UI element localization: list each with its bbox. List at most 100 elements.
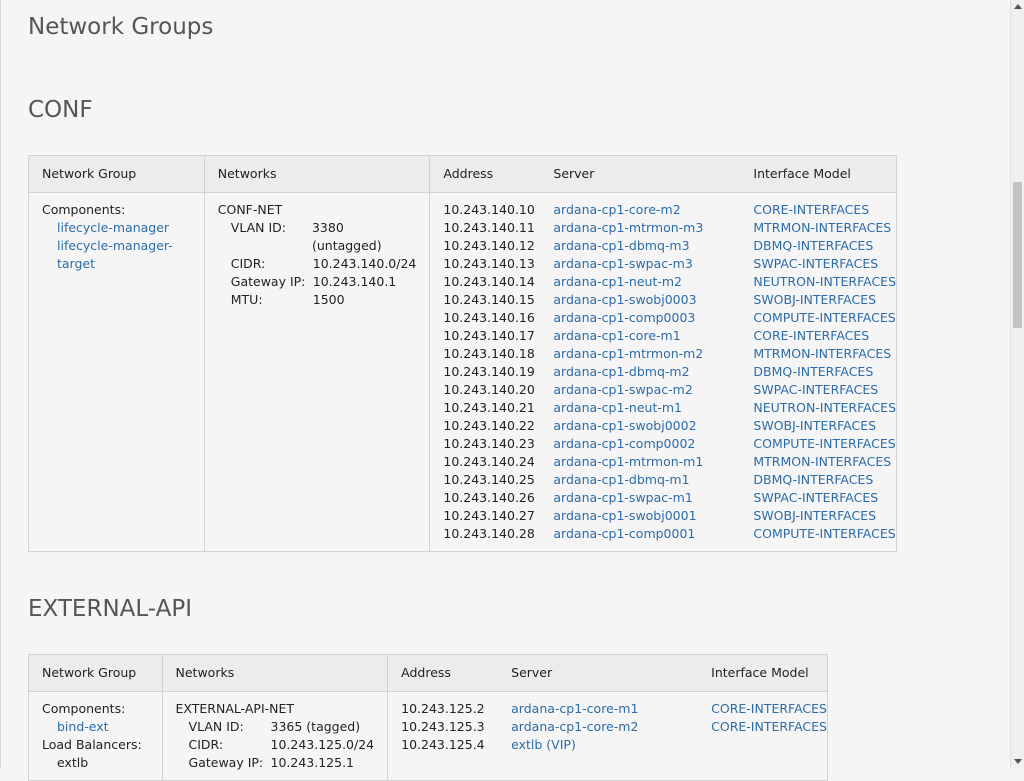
vlan-value: 3380 (untagged) (311, 220, 382, 253)
table-row: Components: lifecycle-manager lifecycle-… (28, 192, 897, 552)
server-link[interactable]: ardana-cp1-dbmq-m1 (553, 471, 753, 489)
server-link[interactable]: ardana-cp1-swobj0001 (553, 507, 753, 525)
interface-model-link[interactable]: SWPAC-INTERFACES (753, 489, 878, 507)
table-row: 10.243.140.22 ardana-cp1-swobj0002 SWOBJ-I… (443, 417, 896, 435)
interface-model-link[interactable]: MTRMON-INTERFACES (753, 219, 891, 237)
interface-model-link[interactable]: SWPAC-INTERFACES (753, 381, 878, 399)
interface-model-link[interactable]: DBMQ-INTERFACES (753, 363, 873, 381)
server-link[interactable]: extlb (VIP) (511, 736, 711, 754)
server-link[interactable]: ardana-cp1-neut-m2 (553, 273, 753, 291)
address-value: 10.243.140.24 (443, 454, 535, 469)
table-row: 10.243.140.24 ardana-cp1-mtrmon-m1 MTRMON-… (443, 453, 896, 471)
vertical-scrollbar[interactable] (1010, 0, 1024, 768)
interface-model-link[interactable]: MTRMON-INTERFACES (753, 453, 891, 471)
table-row: 10.243.140.15 ardana-cp1-swobj0003 SWOBJ-I… (443, 291, 896, 309)
server-link[interactable]: ardana-cp1-dbmq-m3 (553, 237, 753, 255)
interface-model-link[interactable]: SWOBJ-INTERFACES (753, 507, 876, 525)
table-row: 10.243.140.16 ardana-cp1-comp0003 COMPUTE-… (443, 309, 896, 327)
table-row: 10.243.140.19 ardana-cp1-dbmq-m2 DBMQ-INTE… (443, 363, 896, 381)
gateway-value: 10.243.140.1 (312, 274, 397, 289)
component-link-lifecycle-manager-target[interactable]: lifecycle-manager-target (57, 238, 173, 271)
mtu-value: 1500 (312, 292, 345, 307)
address-value: 10.243.140.14 (443, 274, 535, 289)
server-link[interactable]: ardana-cp1-mtrmon-m2 (553, 345, 753, 363)
table-row: 10.243.125.4 extlb (VIP) (401, 736, 827, 754)
cidr-label: CIDR: (188, 737, 224, 752)
section-title-conf: CONF (28, 97, 93, 123)
interface-model-link[interactable]: SWOBJ-INTERFACES (753, 417, 876, 435)
interface-model-link[interactable]: CORE-INTERFACES (753, 201, 869, 219)
interface-model-link[interactable]: COMPUTE-INTERFACES (753, 435, 895, 453)
components-label: Components: (42, 701, 126, 716)
table-row: 10.243.140.21 ardana-cp1-neut-m1 NEUTRON-I… (443, 399, 896, 417)
address-value: 10.243.140.15 (443, 292, 535, 307)
server-link[interactable]: ardana-cp1-swobj0002 (553, 417, 753, 435)
header-address: Address (401, 665, 451, 680)
server-link[interactable]: ardana-cp1-swobj0003 (553, 291, 753, 309)
interface-model-link[interactable]: COMPUTE-INTERFACES (753, 309, 895, 327)
header-networks: Networks (161, 654, 389, 692)
table-row: 10.243.140.11 ardana-cp1-mtrmon-m3 MTRMON-… (443, 219, 896, 237)
interface-model-link[interactable]: NEUTRON-INTERFACES (753, 399, 896, 417)
header-network-group: Network Group (28, 654, 163, 692)
address-value: 10.243.140.21 (443, 400, 535, 415)
address-value: 10.243.140.26 (443, 490, 535, 505)
component-link-bind-ext[interactable]: bind-ext (57, 719, 109, 734)
scroll-thumb[interactable] (1013, 182, 1022, 328)
table-header-row: Network Group Networks Address Server In… (28, 155, 897, 193)
header-address-server-model: Address Server Interface Model (387, 654, 828, 692)
table-row: 10.243.140.28 ardana-cp1-comp0001 COMPUTE-… (443, 525, 896, 543)
component-link-lifecycle-manager[interactable]: lifecycle-manager (57, 220, 169, 235)
table-row: 10.243.140.23 ardana-cp1-comp0002 COMPUTE-… (443, 435, 896, 453)
address-value: 10.243.140.19 (443, 364, 535, 379)
server-link[interactable]: ardana-cp1-core-m1 (553, 327, 753, 345)
server-link[interactable]: ardana-cp1-mtrmon-m1 (553, 453, 753, 471)
address-server-model-cell: 10.243.125.2 ardana-cp1-core-m1 CORE-INTER… (387, 691, 828, 781)
interface-model-link[interactable]: CORE-INTERFACES (753, 327, 869, 345)
interface-model-link[interactable]: SWPAC-INTERFACES (753, 255, 878, 273)
server-link[interactable]: ardana-cp1-swpac-m2 (553, 381, 753, 399)
server-link[interactable]: ardana-cp1-swpac-m1 (553, 489, 753, 507)
address-value: 10.243.140.20 (443, 382, 535, 397)
interface-model-link[interactable]: SWOBJ-INTERFACES (753, 291, 876, 309)
server-link[interactable]: ardana-cp1-core-m1 (511, 700, 711, 718)
cidr-value: 10.243.125.0/24 (270, 737, 375, 752)
address-value: 10.243.140.28 (443, 526, 535, 541)
interface-model-link[interactable]: DBMQ-INTERFACES (753, 471, 873, 489)
components-label: Components: (42, 202, 126, 217)
cidr-value: 10.243.140.0/24 (312, 256, 417, 271)
server-link[interactable]: ardana-cp1-core-m2 (511, 718, 711, 736)
address-value: 10.243.140.23 (443, 436, 535, 451)
server-link[interactable]: ardana-cp1-dbmq-m2 (553, 363, 753, 381)
network-group-cell: Components: lifecycle-manager lifecycle-… (28, 192, 205, 552)
server-link[interactable]: ardana-cp1-neut-m1 (553, 399, 753, 417)
table-row: Components: bind-ext Load Balancers: ext… (28, 691, 828, 781)
vlan-label: VLAN ID: (230, 220, 286, 235)
server-link[interactable]: ardana-cp1-comp0003 (553, 309, 753, 327)
server-link[interactable]: ardana-cp1-comp0002 (553, 435, 753, 453)
table-row: 10.243.140.14 ardana-cp1-neut-m2 NEUTRON-I… (443, 273, 896, 291)
address-server-model-cell: 10.243.140.10 ardana-cp1-core-m2 CORE-INTE… (429, 192, 897, 552)
interface-model-link[interactable]: NEUTRON-INTERFACES (753, 273, 896, 291)
server-link[interactable]: ardana-cp1-swpac-m3 (553, 255, 753, 273)
address-list: 10.243.125.2 ardana-cp1-core-m1 CORE-INTER… (401, 700, 827, 754)
interface-model-link[interactable]: CORE-INTERFACES (711, 718, 827, 736)
cidr-label: CIDR: (230, 256, 266, 271)
server-link[interactable]: ardana-cp1-core-m2 (553, 201, 753, 219)
scroll-down-arrow-icon[interactable] (1014, 759, 1022, 764)
table-row: 10.243.125.2 ardana-cp1-core-m1 CORE-INTER… (401, 700, 827, 718)
address-value: 10.243.140.10 (443, 202, 535, 217)
interface-model-link[interactable]: MTRMON-INTERFACES (753, 345, 891, 363)
header-interface-model: Interface Model (711, 665, 809, 680)
interface-model-link[interactable]: COMPUTE-INTERFACES (753, 525, 895, 543)
mtu-label: MTU: (230, 292, 263, 307)
network-group-cell: Components: bind-ext Load Balancers: ext… (28, 691, 163, 781)
scroll-up-arrow-icon[interactable] (1014, 4, 1022, 9)
server-link[interactable]: ardana-cp1-mtrmon-m3 (553, 219, 753, 237)
table-header-row: Network Group Networks Address Server In… (28, 654, 828, 692)
network-name: CONF-NET (217, 202, 283, 217)
server-link[interactable]: ardana-cp1-comp0001 (553, 525, 753, 543)
interface-model-link[interactable]: CORE-INTERFACES (711, 700, 827, 718)
address-value: 10.243.140.11 (443, 220, 535, 235)
interface-model-link[interactable]: DBMQ-INTERFACES (753, 237, 873, 255)
